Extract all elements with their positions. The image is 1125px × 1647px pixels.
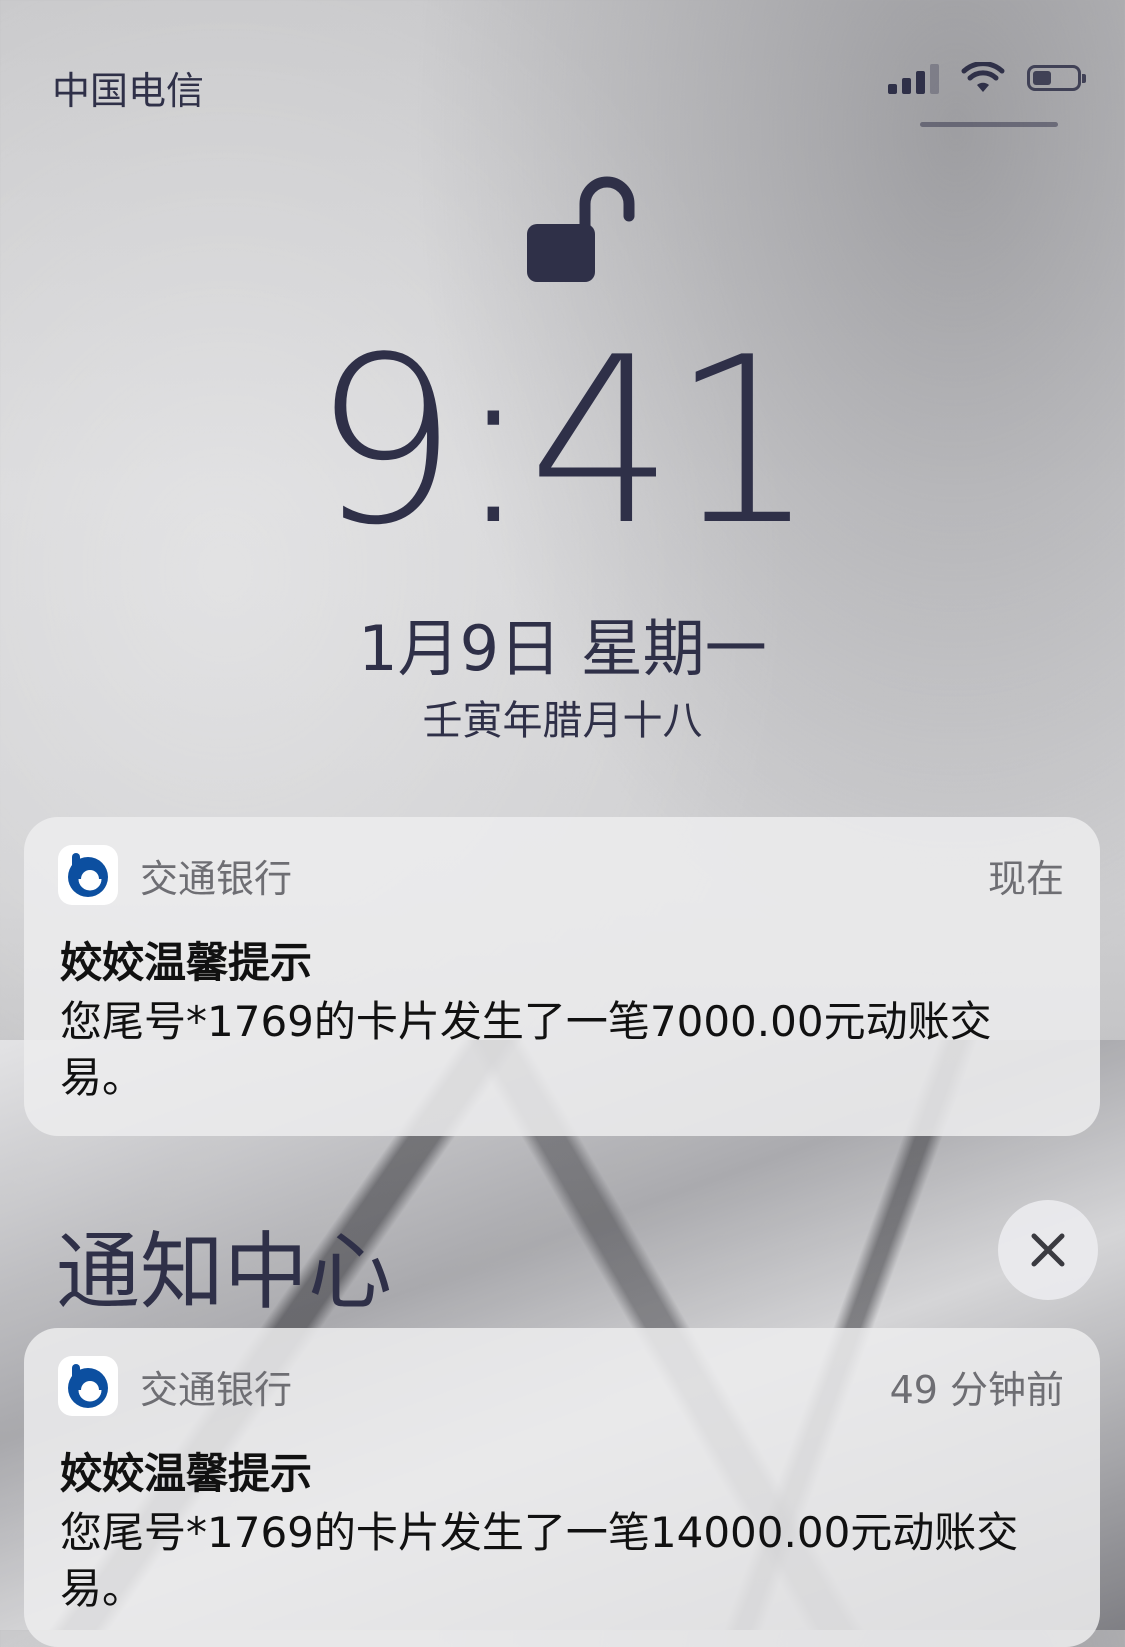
notification-app-name: 交通银行 <box>140 1367 293 1412</box>
clock-time: 9:41 <box>312 309 817 576</box>
carrier-name: 中国电信 <box>52 69 205 113</box>
notification-title: 姣姣温馨提示 <box>60 1449 313 1498</box>
bank-app-icon <box>58 845 118 905</box>
notification-body: 您尾号*1769的卡片发生了一笔14000.00元动账交易。 <box>60 1508 1019 1613</box>
bank-app-icon <box>58 1356 118 1416</box>
notification-time: 49 分钟前 <box>889 1367 1064 1412</box>
wifi-icon <box>961 62 1005 92</box>
control-center-grabber[interactable] <box>920 122 1058 127</box>
battery-icon <box>1027 65 1086 91</box>
close-icon <box>1031 1233 1065 1267</box>
cellular-signal-icon <box>888 62 939 94</box>
notification-title: 姣姣温馨提示 <box>60 938 313 987</box>
lunar-date: 壬寅年腊月十八 <box>422 698 703 744</box>
unlocked-padlock-icon <box>527 176 635 282</box>
notification-body: 您尾号*1769的卡片发生了一笔7000.00元动账交易。 <box>60 997 992 1102</box>
notification-app-name: 交通银行 <box>140 856 293 901</box>
status-icons <box>888 62 1086 94</box>
notification-card[interactable]: 交通银行 49 分钟前 姣姣温馨提示 您尾号*1769的卡片发生了一笔14000… <box>24 1328 1100 1647</box>
clear-notifications-button[interactable] <box>998 1200 1098 1300</box>
notification-card[interactable]: 交通银行 现在 姣姣温馨提示 您尾号*1769的卡片发生了一笔7000.00元动… <box>24 817 1100 1136</box>
clock-date: 1月9日 星期一 <box>358 612 767 685</box>
notification-time: 现在 <box>987 856 1064 901</box>
notification-center-title: 通知中心 <box>56 1223 393 1321</box>
